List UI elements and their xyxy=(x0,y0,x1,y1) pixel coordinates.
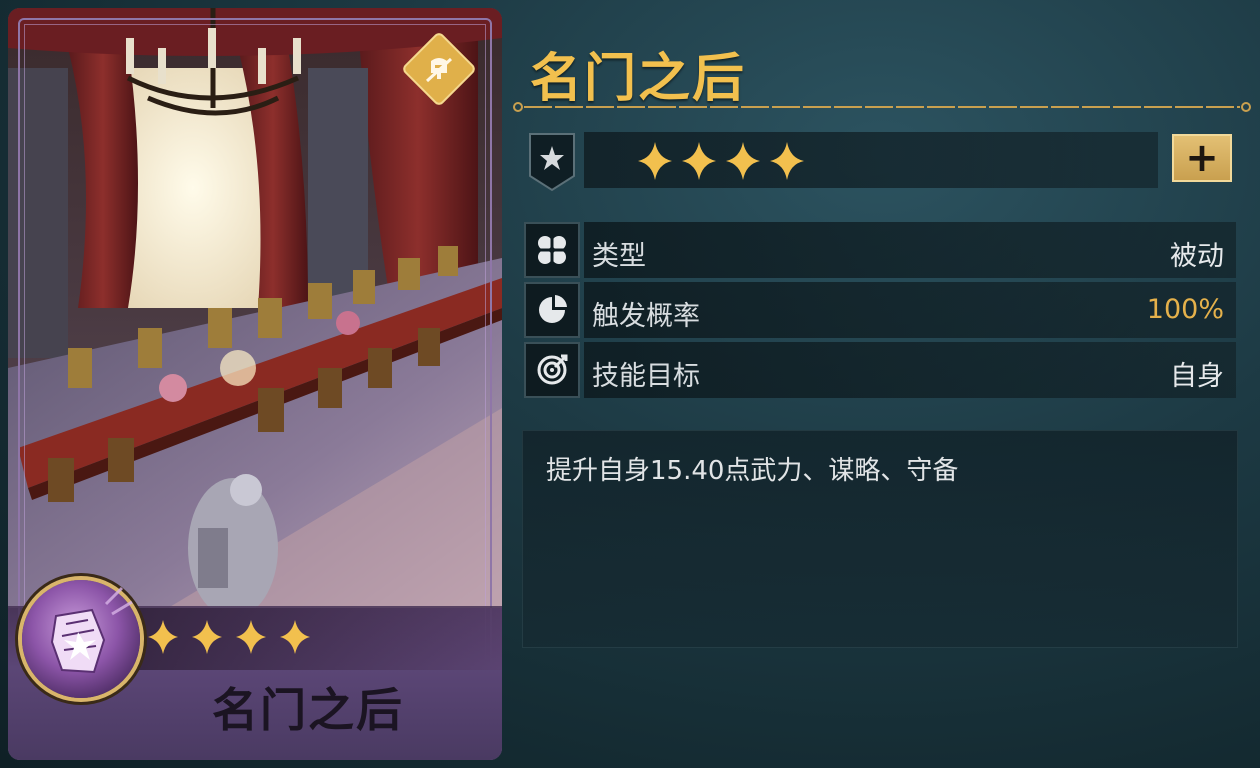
gold-star-icon xyxy=(148,620,178,654)
gold-star-icon xyxy=(236,620,266,654)
attr-icon-box xyxy=(524,342,580,398)
card-star-rating xyxy=(148,620,310,654)
attr-icon-box xyxy=(524,222,580,278)
gold-star-icon xyxy=(638,142,672,180)
attr-value: 自身 xyxy=(1170,361,1224,392)
attr-label: 类型 xyxy=(592,241,646,272)
attr-value: 被动 xyxy=(1170,241,1224,272)
card-skill-name: 名门之后 xyxy=(212,683,404,737)
armored-gauntlet-icon xyxy=(50,586,133,674)
panel-star-rating xyxy=(638,142,804,180)
attr-row-type: 类型 被动 xyxy=(524,222,1236,278)
upgrade-star-button[interactable]: + xyxy=(1172,134,1232,182)
pie-chart-icon xyxy=(539,295,567,323)
gold-star-icon xyxy=(192,620,222,654)
attr-icon-box xyxy=(524,282,580,338)
gold-star-icon xyxy=(280,620,310,654)
helmet-sword-icon xyxy=(425,57,453,83)
attr-body: 类型 被动 xyxy=(584,222,1236,278)
skill-description-box: 提升自身15.40点武力、谋略、守备 xyxy=(522,430,1238,648)
banquet-hall-illustration xyxy=(8,8,502,608)
skill-emblem xyxy=(22,580,140,698)
attr-label: 触发概率 xyxy=(592,301,700,332)
attr-label: 技能目标 xyxy=(592,361,700,392)
gold-star-icon xyxy=(726,142,760,180)
attr-row-trigger-rate: 触发概率 100% xyxy=(524,282,1236,338)
attr-body: 技能目标 自身 xyxy=(584,342,1236,398)
attr-value: 100% xyxy=(1146,294,1224,325)
target-icon xyxy=(537,354,568,385)
gold-star-icon xyxy=(682,142,716,180)
gold-star-icon xyxy=(770,142,804,180)
skill-card[interactable]: 名门之后 xyxy=(8,8,502,760)
star-level-row xyxy=(528,132,1158,192)
title-divider xyxy=(513,102,1251,112)
clover-icon xyxy=(538,236,566,264)
skill-description: 提升自身15.40点武力、谋略、守备 xyxy=(546,456,959,486)
star-shield-icon xyxy=(529,133,575,192)
attr-body: 触发概率 100% xyxy=(584,282,1236,338)
attr-row-target: 技能目标 自身 xyxy=(524,342,1236,398)
